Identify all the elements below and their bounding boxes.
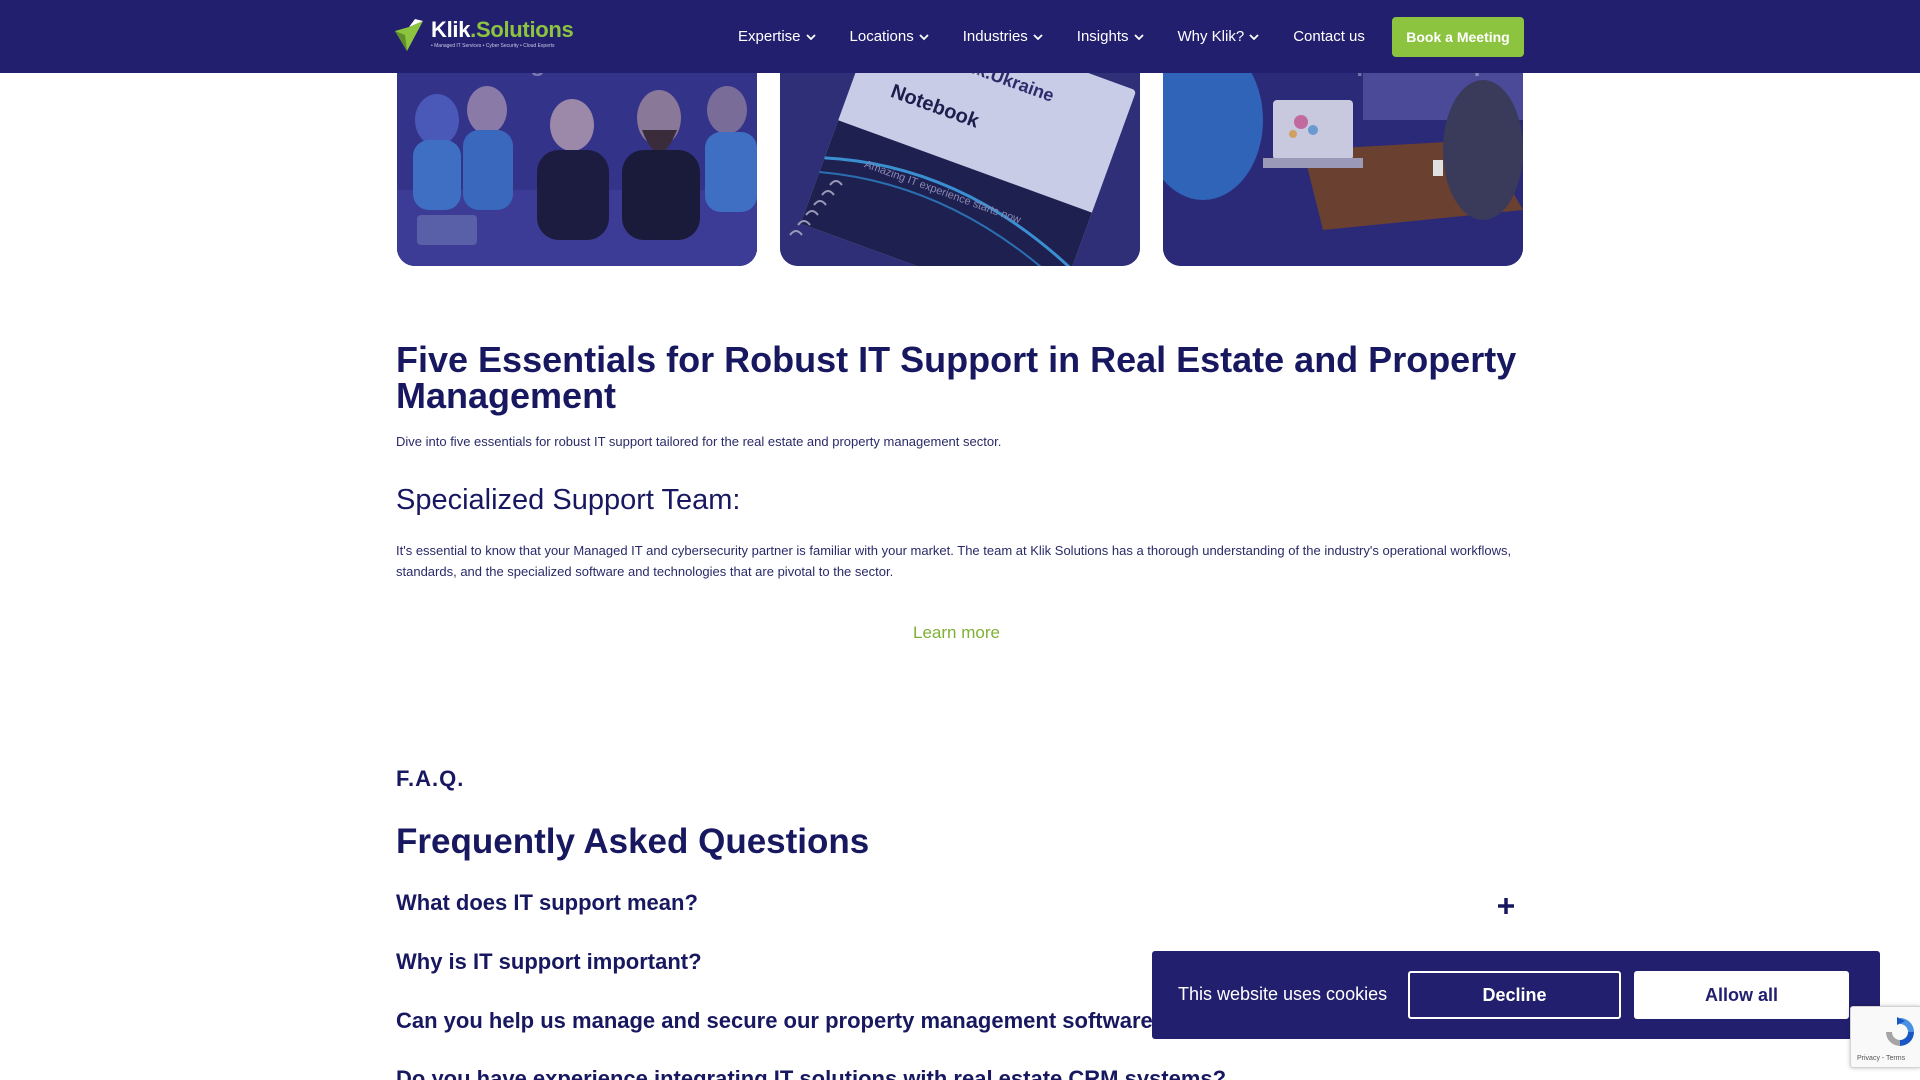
logo-tagline: • Managed IT Services • Cyber Security •…: [431, 43, 555, 49]
nav-item-locations[interactable]: Locations: [850, 28, 929, 45]
plus-icon[interactable]: [1496, 896, 1516, 916]
klik-solutions-logo[interactable]: Klik.Solutions • Managed IT Services • C…: [393, 16, 574, 52]
chevron-down-icon: [1033, 33, 1043, 40]
book-meeting-button[interactable]: Book a Meeting: [1392, 17, 1524, 57]
faq-title: Frequently Asked Questions: [396, 822, 870, 861]
logo-mark-icon: [393, 17, 425, 51]
chevron-down-icon: [1249, 33, 1259, 40]
recaptcha-badge[interactable]: Privacy - Terms: [1850, 1006, 1920, 1068]
nav-item-industries[interactable]: Industries: [963, 28, 1043, 45]
faq-question: Can you help us manage and secure our pr…: [396, 1008, 1167, 1033]
nav-item-contact-us[interactable]: Contact us: [1293, 28, 1365, 45]
nav-item-insights[interactable]: Insights: [1077, 28, 1144, 45]
learn-more-link[interactable]: Learn more: [913, 623, 1000, 643]
section-paragraph: It's essential to know that your Managed…: [396, 543, 1512, 579]
nav-item-why-klik[interactable]: Why Klik?: [1178, 28, 1260, 45]
faq-item[interactable]: Do you have experience integrating IT so…: [396, 1066, 1516, 1080]
recaptcha-icon: [1886, 1017, 1914, 1046]
allow-all-cookies-button[interactable]: Allow all: [1634, 971, 1849, 1019]
chevron-down-icon: [1133, 33, 1144, 40]
decline-cookies-button[interactable]: Decline: [1408, 971, 1621, 1019]
article-intro: Dive into five essentials for robust IT …: [396, 434, 1002, 449]
logo-name: Klik.Solutions: [431, 17, 574, 42]
faq-question: What does IT support mean?: [396, 890, 698, 915]
site-header: Klik.Solutions • Managed IT Services • C…: [0, 0, 1920, 73]
section-subheading: Specialized Support Team:: [396, 484, 741, 516]
faq-label: F.A.Q.: [396, 766, 465, 791]
cookie-banner: This website uses cookies Decline Allow …: [1152, 951, 1880, 1039]
main-nav: Expertise Locations Industries Insights …: [738, 0, 1365, 73]
article-heading: Five Essentials for Robust IT Support in…: [396, 339, 1517, 416]
recaptcha-links[interactable]: Privacy - Terms: [1857, 1055, 1905, 1062]
chevron-down-icon: [919, 33, 929, 40]
faq-question: Do you have experience integrating IT so…: [396, 1066, 1227, 1080]
faq-item[interactable]: What does IT support mean?: [396, 890, 1516, 924]
faq-question: Why is IT support important?: [396, 949, 702, 974]
cookie-message: This website uses cookies: [1178, 984, 1388, 1004]
chevron-down-icon: [805, 33, 816, 40]
nav-item-expertise[interactable]: Expertise: [738, 28, 816, 45]
